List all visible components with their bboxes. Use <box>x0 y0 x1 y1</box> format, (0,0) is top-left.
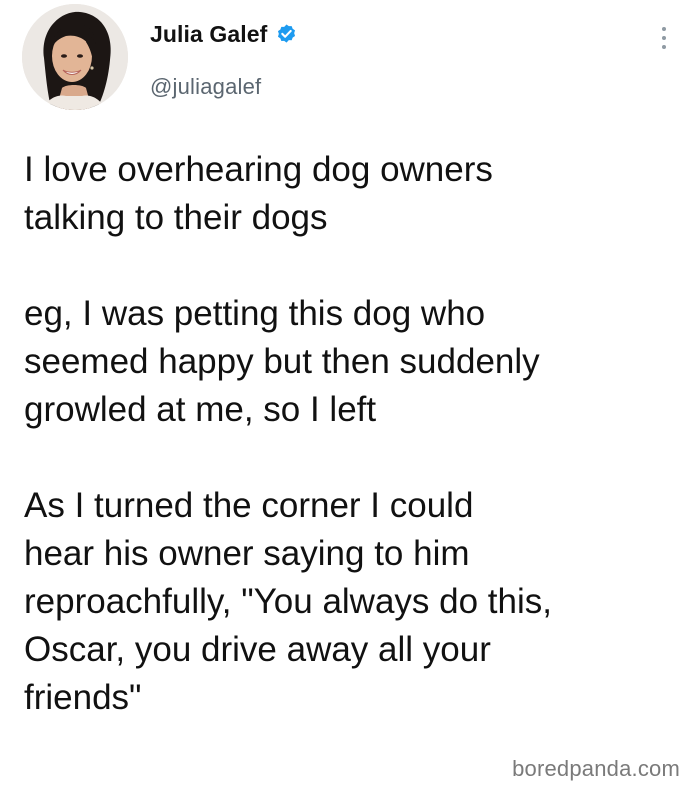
more-dot <box>662 45 666 49</box>
avatar[interactable] <box>22 4 128 110</box>
more-dot <box>662 36 666 40</box>
user-handle[interactable]: @juliagalef <box>150 74 298 100</box>
watermark: boredpanda.com <box>510 756 682 782</box>
tweet-card: Julia Galef @juliagalef I love overheari… <box>0 0 700 797</box>
tweet-paragraph: I love overhearing dog owners talking to… <box>24 150 493 237</box>
tweet-paragraph: eg, I was petting this dog who seemed ha… <box>24 294 540 429</box>
verified-badge-icon <box>275 23 298 46</box>
name-row: Julia Galef <box>150 16 298 52</box>
display-name[interactable]: Julia Galef <box>150 21 267 48</box>
more-dot <box>662 27 666 31</box>
avatar-photo <box>22 4 128 110</box>
author-info: Julia Galef @juliagalef <box>150 16 298 99</box>
tweet-paragraph: As I turned the corner I could hear his … <box>24 486 552 717</box>
more-options-icon[interactable] <box>654 18 674 58</box>
tweet-text: I love overhearing dog owners talking to… <box>24 146 684 722</box>
